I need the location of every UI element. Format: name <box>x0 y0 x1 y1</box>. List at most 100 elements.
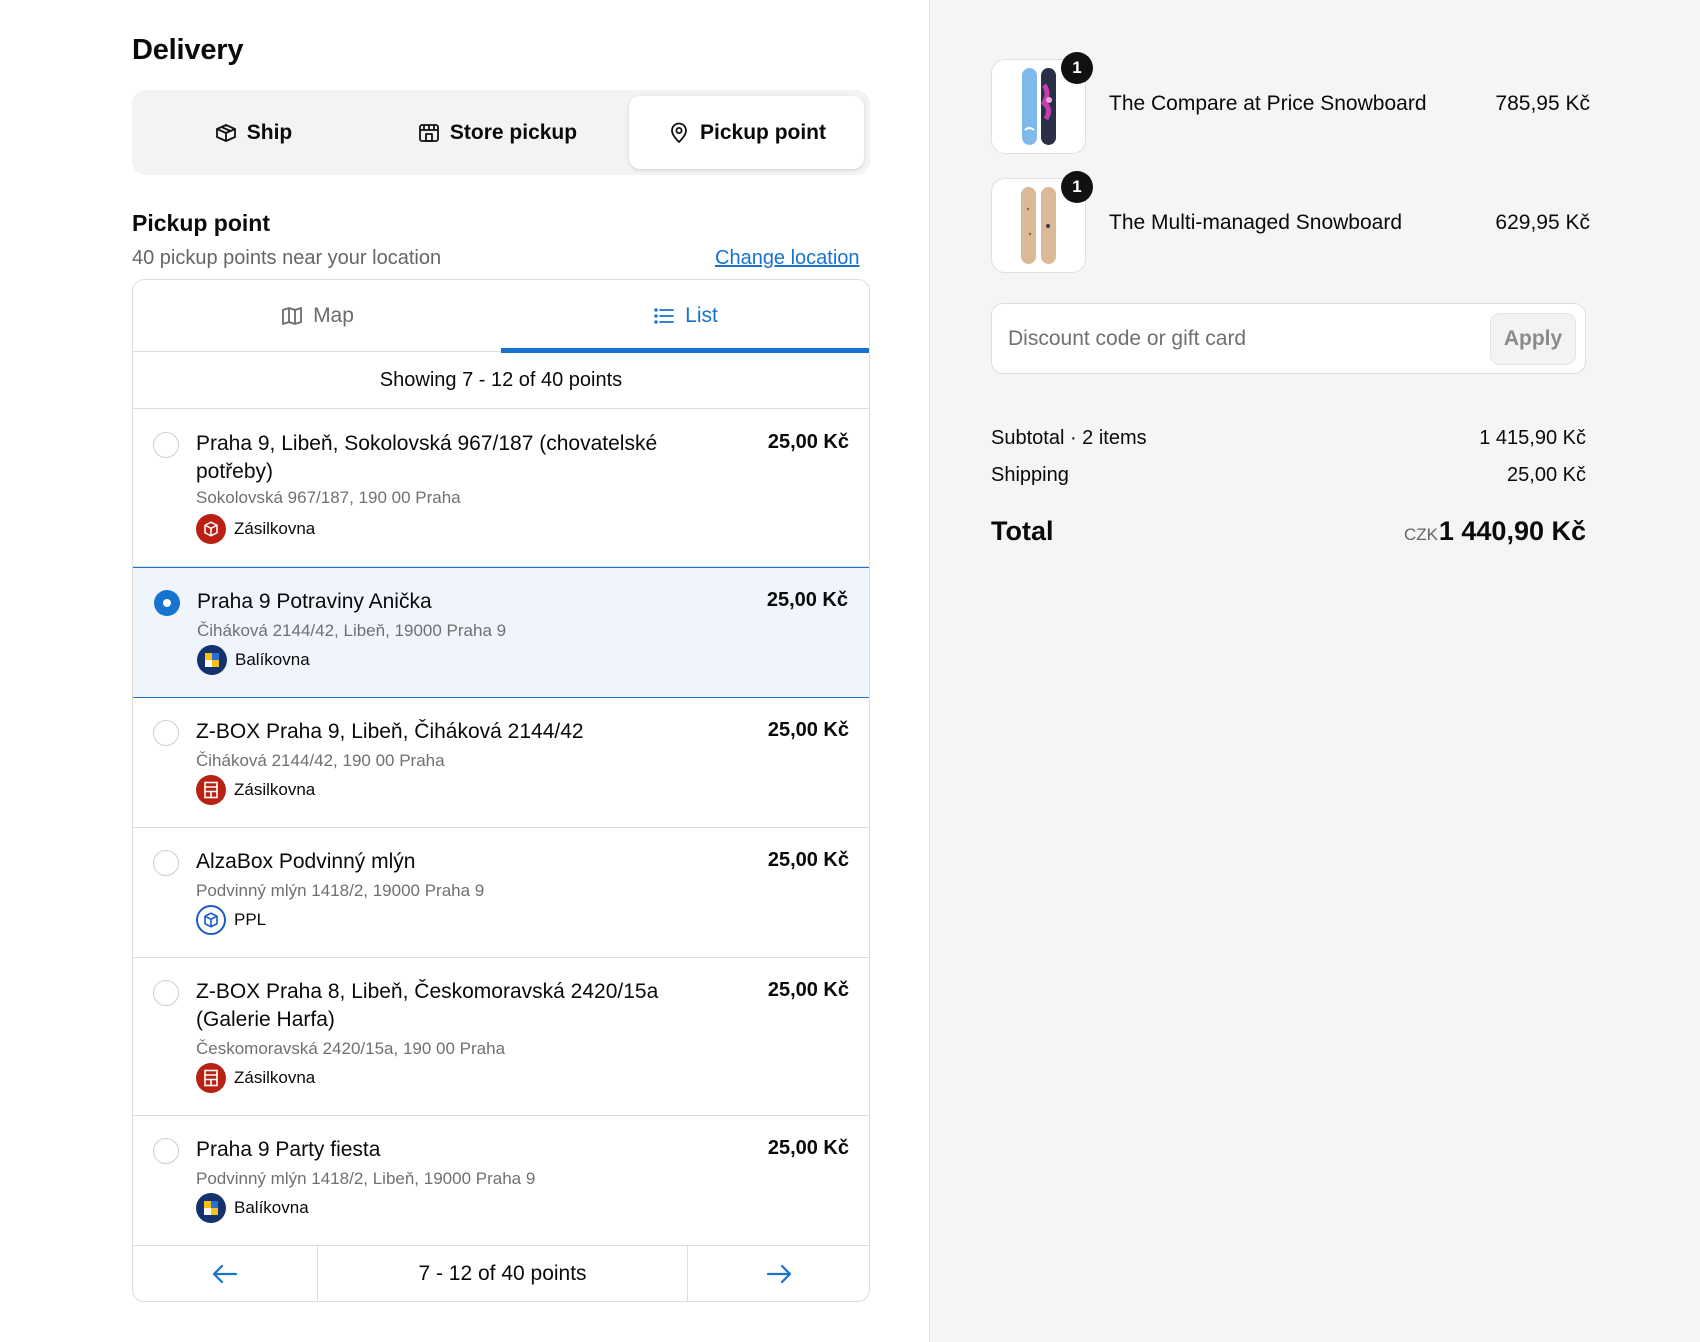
pickup-point-row-selected[interactable]: Praha 9 Potraviny Anička 25,00 Kč Čiháko… <box>133 567 869 698</box>
pickup-point-row[interactable]: Z-BOX Praha 8, Libeň, Českomoravská 2420… <box>133 958 869 1116</box>
pickup-point-address: Podvinný mlýn 1418/2, 19000 Praha 9 <box>196 881 485 900</box>
pickup-point-carrier: Zásilkovna <box>196 514 315 544</box>
ppl-logo-icon <box>196 905 226 935</box>
zasilkovna-logo-icon <box>196 514 226 544</box>
pickup-point-row[interactable]: Praha 9, Libeň, Sokolovská 967/187 (chov… <box>133 409 869 567</box>
location-pin-icon <box>671 122 687 143</box>
product-thumbnail: 1 <box>991 52 1093 154</box>
total-value: 1 440,90 Kč <box>1438 516 1586 546</box>
next-page-button[interactable] <box>687 1246 869 1301</box>
cart-line-item: 1 The Multi-managed Snowboard 629,95 Kč <box>991 171 1590 273</box>
pickup-point-heading: Pickup point <box>132 210 270 236</box>
showing-range-text: Showing 7 - 12 of 40 points <box>133 352 869 409</box>
pickup-point-carrier-name: Balíkovna <box>234 1198 309 1217</box>
pickup-point-carrier-name: Zásilkovna <box>234 1068 316 1087</box>
pickup-point-carrier-name: Zásilkovna <box>234 780 316 799</box>
pickup-point-name: AlzaBox Podvinný mlýn <box>196 850 416 873</box>
cart-item-price: 785,95 Kč <box>1495 92 1590 115</box>
pickup-point-name: Z-BOX Praha 9, Libeň, Čiháková 2144/42 <box>196 720 584 743</box>
pickup-count-text: 40 pickup points near your location <box>132 247 442 269</box>
zasilkovna-zbox-logo-icon <box>196 775 226 805</box>
arrow-left-icon <box>212 1264 238 1284</box>
total-row: Total CZK 1 440,90 Kč <box>991 516 1586 552</box>
pickup-point-price: 25,00 Kč <box>767 849 849 871</box>
pickup-point-row[interactable]: Z-BOX Praha 9, Libeň, Čiháková 2144/42 2… <box>133 698 869 828</box>
pickup-point-carrier: PPL <box>196 905 266 935</box>
view-tabs: Map List <box>133 280 869 353</box>
pickup-point-radio[interactable] <box>153 1138 179 1164</box>
quantity-badge: 1 <box>1061 171 1093 203</box>
change-location-link[interactable]: Change location <box>715 247 860 270</box>
zasilkovna-zbox-logo-icon <box>196 1063 226 1093</box>
method-pickup-point-button[interactable]: Pickup point <box>629 96 864 169</box>
pickup-point-name: Praha 9 Party fiesta <box>196 1138 381 1161</box>
delivery-heading: Delivery <box>132 34 244 66</box>
method-store-pickup-button[interactable]: Store pickup <box>372 96 622 169</box>
method-store-pickup-label: Store pickup <box>449 120 578 144</box>
pickup-point-name: Praha 9 Potraviny Anička <box>197 590 432 613</box>
pickup-point-price: 25,00 Kč <box>767 431 849 453</box>
pickup-point-row[interactable]: Praha 9 Party fiesta 25,00 Kč Podvinný m… <box>133 1116 869 1246</box>
pickup-point-carrier: Balíkovna <box>196 1193 309 1223</box>
pickup-point-address: Čiháková 2144/42, 190 00 Praha <box>196 751 445 770</box>
pagination: 7 - 12 of 40 points <box>133 1246 869 1301</box>
pickup-point-address: Sokolovská 967/187, 190 00 Praha <box>196 488 461 507</box>
pickup-point-address: Českomoravská 2420/15a, 190 00 Praha <box>196 1039 506 1058</box>
balikovna-logo-icon <box>196 1193 226 1223</box>
cart-item-price: 629,95 Kč <box>1495 211 1590 234</box>
store-icon <box>418 123 439 142</box>
quantity-badge: 1 <box>1061 52 1093 84</box>
pickup-point-carrier: Zásilkovna <box>196 775 315 805</box>
list-icon <box>654 308 675 324</box>
tab-map[interactable]: Map <box>133 280 501 352</box>
subtotal-row: Subtotal · 2 items 1 415,90 Kč <box>991 427 1586 450</box>
pickup-point-carrier-name: Balíkovna <box>235 650 310 669</box>
pickup-point-price: 25,00 Kč <box>766 589 848 611</box>
cart-item-title: The Compare at Price Snowboard <box>1109 92 1427 115</box>
pickup-point-row[interactable]: AlzaBox Podvinný mlýn 25,00 Kč Podvinný … <box>133 828 869 958</box>
pagination-range-text: 7 - 12 of 40 points <box>418 1262 587 1285</box>
tab-list-label: List <box>685 304 718 327</box>
balikovna-logo-icon <box>197 645 227 675</box>
shipping-row: Shipping 25,00 Kč <box>991 464 1586 487</box>
pickup-point-address: Podvinný mlýn 1418/2, Libeň, 19000 Praha… <box>196 1169 536 1188</box>
cart-item-title: The Multi-managed Snowboard <box>1109 211 1402 234</box>
pickup-point-radio[interactable] <box>153 432 179 458</box>
delivery-column: Delivery Ship Store pickup Pickup point … <box>0 0 929 1342</box>
product-thumbnail: 1 <box>991 171 1093 273</box>
method-ship-button[interactable]: Ship <box>138 96 368 169</box>
method-ship-label: Ship <box>246 120 293 144</box>
arrow-right-icon <box>766 1264 791 1284</box>
tab-map-label: Map <box>313 304 354 327</box>
map-icon <box>282 307 302 325</box>
pickup-point-address: Čiháková 2144/42, Libeň, 19000 Praha 9 <box>197 621 507 640</box>
pickup-point-carrier: Balíkovna <box>197 645 310 675</box>
order-summary-column: 1 The Compare at Price Snowboard 785,95 … <box>929 0 1700 1342</box>
method-pickup-point-label: Pickup point <box>700 120 826 144</box>
subtotal-label: Subtotal · 2 items <box>991 427 1147 449</box>
pickup-point-radio-selected[interactable] <box>154 590 180 616</box>
pickup-point-radio[interactable] <box>153 850 179 876</box>
pickup-point-price: 25,00 Kč <box>767 1137 849 1159</box>
pickup-point-name: Z-BOX Praha 8, Libeň, Českomoravská 2420… <box>196 980 659 1031</box>
shipping-value: 25,00 Kč <box>1507 464 1586 486</box>
pickup-point-carrier: Zásilkovna <box>196 1063 315 1093</box>
apply-discount-button[interactable]: Apply <box>1490 313 1576 365</box>
pickup-point-carrier-name: PPL <box>234 910 267 929</box>
total-label: Total <box>991 516 1054 546</box>
subtotal-value: 1 415,90 Kč <box>1479 427 1586 449</box>
discount-code-input[interactable] <box>992 304 1472 373</box>
previous-page-button[interactable] <box>133 1246 318 1301</box>
cart-line-item: 1 The Compare at Price Snowboard 785,95 … <box>991 52 1590 154</box>
shipping-label: Shipping <box>991 464 1069 486</box>
pickup-point-radio[interactable] <box>153 720 179 746</box>
total-currency: CZK <box>1404 525 1438 544</box>
pickup-point-price: 25,00 Kč <box>767 719 849 741</box>
box-icon <box>215 123 236 142</box>
tab-list[interactable]: List <box>501 280 869 353</box>
discount-form: Apply <box>991 303 1586 374</box>
pickup-points-panel: Map List Showing 7 - 12 of 40 points Pra… <box>132 279 870 1302</box>
pickup-point-carrier-name: Zásilkovna <box>234 519 316 538</box>
pickup-point-radio[interactable] <box>153 980 179 1006</box>
pickup-point-name: Praha 9, Libeň, Sokolovská 967/187 (chov… <box>196 432 658 483</box>
